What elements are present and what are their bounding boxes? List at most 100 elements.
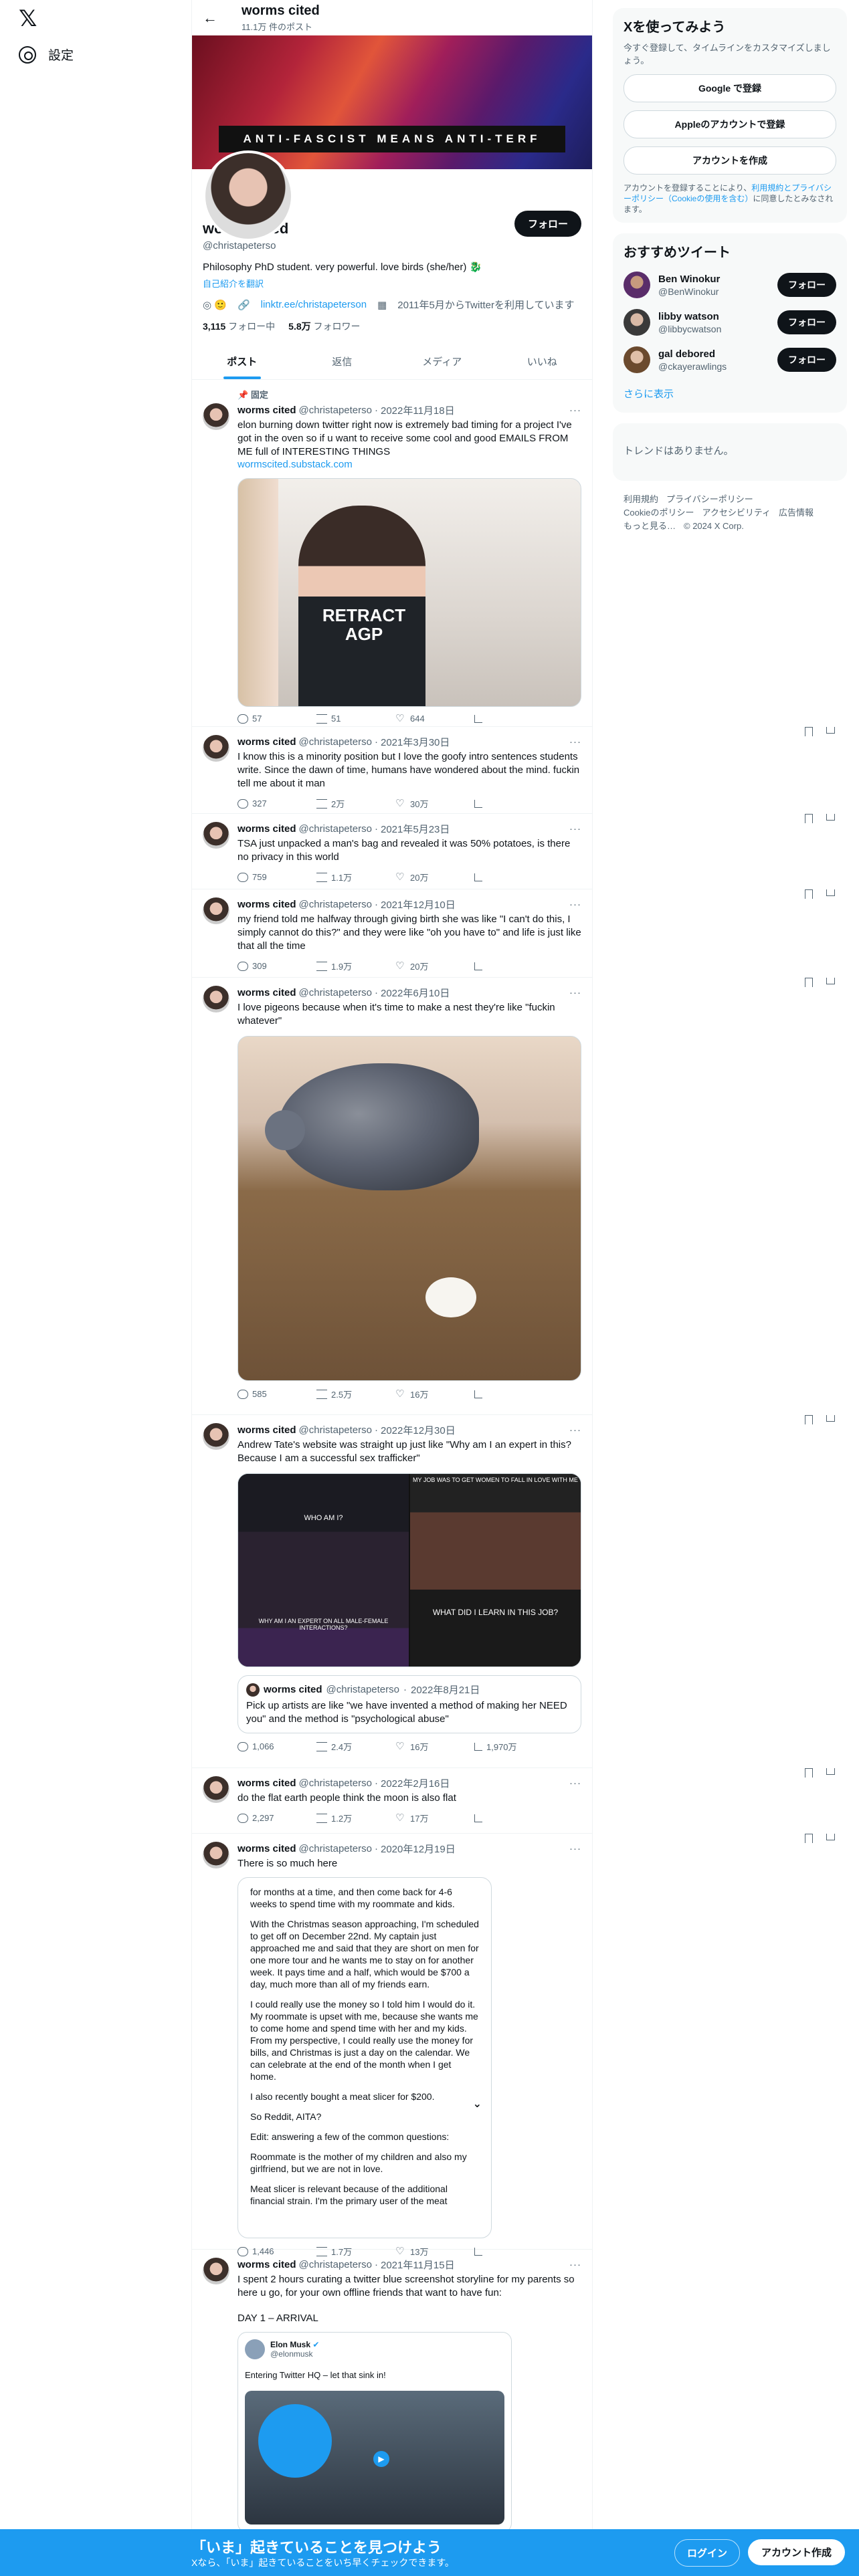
tweet[interactable]: 📌 固定 worms cited @christapeterso · 2022年11月… (192, 380, 835, 727)
followers-stat[interactable]: 5.8万 フォロワー (288, 320, 360, 333)
tweet-photo[interactable]: RETRACT AGP (237, 478, 581, 707)
follow-button[interactable]: フォロー (514, 211, 581, 237)
bookmark-icon[interactable] (805, 1768, 813, 1778)
signup-button[interactable]: アカウント作成 (748, 2539, 846, 2565)
profile-link[interactable]: linktr.ee/christapeterson (261, 299, 367, 310)
reddit-screenshot[interactable]: for months at a time, and then come back… (237, 1877, 492, 2238)
avatar[interactable] (203, 1423, 229, 1450)
tweet-author[interactable]: worms cited (237, 987, 296, 998)
profile-avatar[interactable] (203, 150, 294, 241)
apple-signup-button[interactable]: Appleのアカウントで登録 (624, 110, 836, 138)
create-account-button[interactable]: アカウントを作成 (624, 146, 836, 175)
views-button[interactable] (474, 714, 553, 723)
bookmark-icon[interactable] (805, 978, 813, 987)
follow-suggestion[interactable]: Ben Winokur @BenWinokur フォロー (624, 272, 836, 298)
tweet-link[interactable]: wormscited.substack.com (237, 459, 581, 470)
more-icon[interactable]: ··· (569, 899, 581, 910)
login-button[interactable]: ログイン (674, 2539, 741, 2567)
follow-button[interactable]: フォロー (777, 348, 836, 372)
tweet-date[interactable]: 2021年3月30日 (381, 735, 450, 749)
bookmark-icon[interactable] (805, 889, 813, 899)
more-icon[interactable]: ··· (569, 1778, 581, 1789)
back-arrow-icon[interactable]: ← (203, 9, 229, 27)
suggestion-name[interactable]: gal debored (658, 348, 777, 360)
avatar[interactable] (624, 309, 650, 336)
avatar[interactable] (624, 346, 650, 373)
avatar[interactable] (203, 897, 229, 924)
avatar[interactable] (203, 2258, 229, 2284)
suggestion-name[interactable]: Ben Winokur (658, 274, 777, 285)
retweet-button[interactable]: 1.1万 (316, 871, 395, 883)
retweet-button[interactable]: 1.2万 (316, 1812, 395, 1824)
tab-likes[interactable]: いいね (492, 344, 593, 379)
retweet-button[interactable]: 2万 (316, 797, 395, 810)
photo-right[interactable]: MY JOB WAS TO GET WOMEN TO FALL IN LOVE … (410, 1474, 581, 1667)
reply-button[interactable]: 2,297 (237, 1813, 316, 1823)
retweet-button[interactable]: 1.9万 (316, 960, 395, 972)
like-button[interactable]: ♡ 20万 (395, 960, 474, 972)
more-icon[interactable]: ··· (569, 736, 581, 748)
like-button[interactable]: ♡ 16万 (395, 1740, 474, 1753)
avatar[interactable] (203, 403, 229, 430)
tweet-date[interactable]: 2022年6月10日 (381, 986, 450, 1000)
avatar[interactable] (624, 272, 650, 298)
footer-link[interactable]: Cookieのポリシー (624, 508, 694, 518)
profile-banner[interactable]: ANTI-FASCIST MEANS ANTI-TERF フォロー (192, 35, 592, 241)
tweet[interactable]: worms cited @christapeterso · 2022年6月10日 ···… (192, 978, 835, 1415)
share-icon[interactable] (826, 814, 835, 821)
tweet-author[interactable]: worms cited (237, 2259, 296, 2270)
reply-button[interactable]: 759 (237, 872, 316, 882)
tweet[interactable]: worms cited @christapeterso · 2022年12月30日 ··… (192, 1415, 835, 1768)
avatar[interactable] (203, 822, 229, 849)
reply-button[interactable]: 1,066 (237, 1741, 316, 1751)
like-button[interactable]: ♡ 20万 (395, 871, 474, 883)
share-icon[interactable] (826, 1834, 835, 1840)
bookmark-icon[interactable] (805, 814, 813, 823)
quoted-tweet[interactable]: worms cited @christapeterso · 2022年8月21日 Pi… (237, 1675, 581, 1733)
translate-bio-link[interactable]: 自己紹介を翻訳 (203, 277, 581, 290)
more-icon[interactable]: ··· (569, 823, 581, 835)
like-button[interactable]: ♡ 644 (395, 714, 474, 724)
footer-link[interactable]: アクセシビリティ (702, 508, 771, 518)
tweet-date[interactable]: 2022年2月16日 (381, 1776, 450, 1790)
like-button[interactable]: ♡ 17万 (395, 1812, 474, 1824)
avatar[interactable] (203, 1842, 229, 1868)
follow-suggestion[interactable]: gal debored @ckayerawlings フォロー (624, 346, 836, 373)
views-button[interactable] (474, 1390, 553, 1398)
show-more-link[interactable]: さらに表示 (624, 387, 836, 401)
follow-button[interactable]: フォロー (777, 310, 836, 334)
play-icon[interactable]: ▶ (373, 2451, 389, 2467)
tweet-author[interactable]: worms cited (237, 1778, 296, 1789)
footer-link[interactable]: もっと見る… (624, 521, 676, 531)
x-logo-icon[interactable]: 𝕏 (19, 7, 43, 31)
tweet-date[interactable]: 2021年5月23日 (381, 822, 450, 836)
bookmark-icon[interactable] (805, 727, 813, 736)
tweet[interactable]: worms cited @christapeterso · 2021年5月23日 ···… (192, 814, 835, 889)
tweet-author[interactable]: worms cited (237, 736, 296, 748)
reply-button[interactable]: 309 (237, 961, 316, 971)
tweet[interactable]: worms cited @christapeterso · 2021年12月10日 ··… (192, 889, 835, 978)
tweet-date[interactable]: 2020年12月19日 (381, 1842, 456, 1856)
nav-settings[interactable]: 設定 (19, 45, 74, 64)
tweet-author[interactable]: worms cited (237, 1843, 296, 1854)
tweet-photo[interactable] (237, 1036, 581, 1381)
tab-media[interactable]: メディア (392, 344, 492, 379)
footer-link[interactable]: 広告情報 (779, 508, 814, 518)
share-icon[interactable] (826, 727, 835, 734)
views-button[interactable] (474, 1814, 553, 1822)
bookmark-icon[interactable] (805, 1415, 813, 1424)
avatar[interactable] (203, 1776, 229, 1803)
tweet-date[interactable]: 2022年12月30日 (381, 1423, 456, 1437)
tweet-author[interactable]: worms cited (237, 823, 296, 835)
tweet-date[interactable]: 2021年11月15日 (381, 2258, 455, 2272)
tab-posts[interactable]: ポスト (192, 344, 292, 379)
tweet[interactable]: worms cited @christapeterso · 2021年11月15日 ··… (192, 2250, 592, 2533)
more-icon[interactable]: ··· (569, 1424, 581, 1436)
more-icon[interactable]: ··· (569, 987, 581, 998)
more-icon[interactable]: ··· (569, 1843, 581, 1854)
suggestion-name[interactable]: libby watson (658, 311, 777, 322)
share-icon[interactable] (826, 889, 835, 896)
tab-replies[interactable]: 返信 (292, 344, 393, 379)
views-button[interactable] (474, 799, 553, 808)
bookmark-icon[interactable] (805, 1834, 813, 1843)
